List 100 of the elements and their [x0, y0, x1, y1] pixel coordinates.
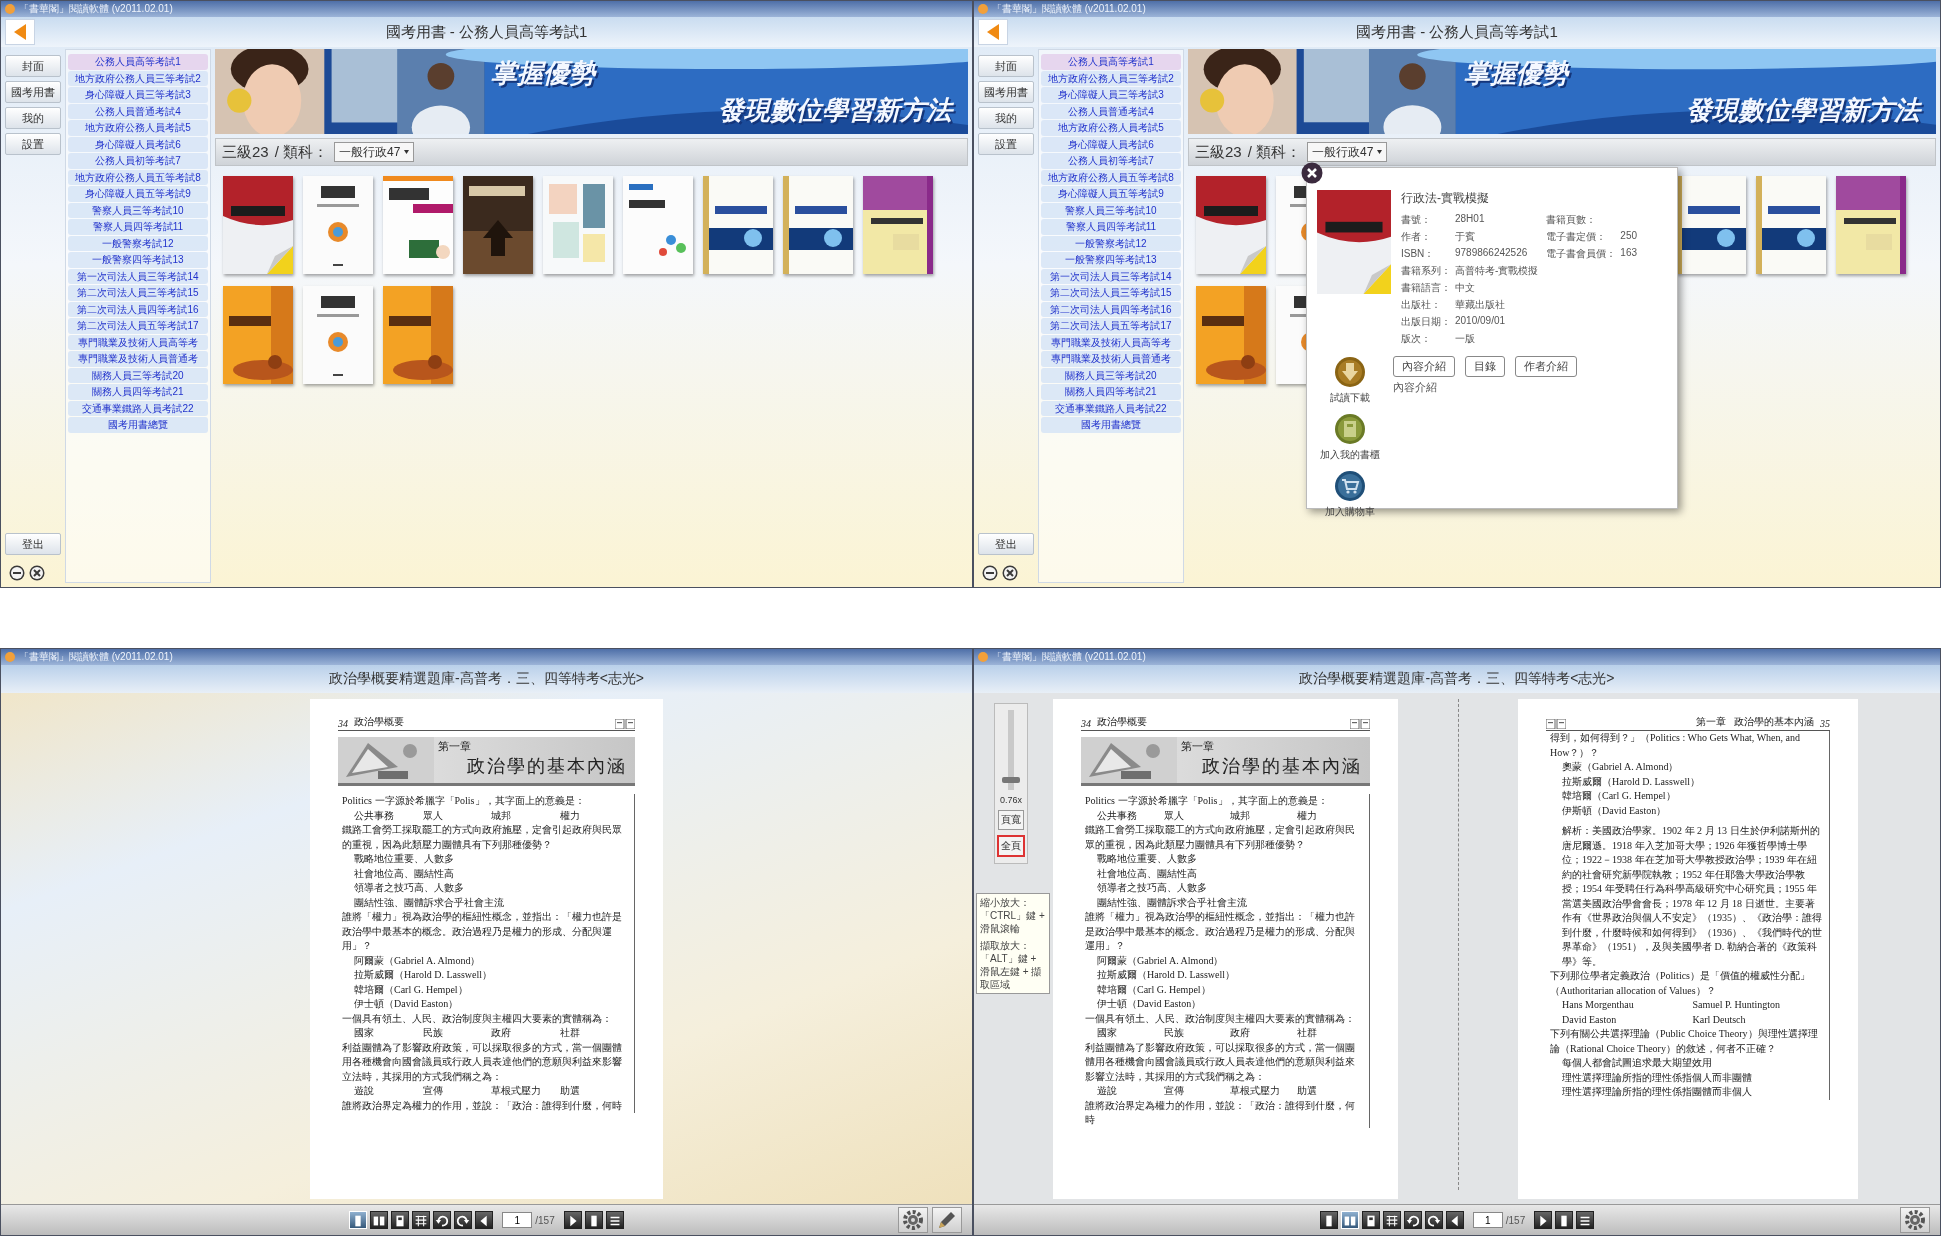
exam-list-item[interactable]: 身心障礙人員三等考試3: [68, 87, 208, 103]
exam-list-item[interactable]: 公務人員初等考試7: [1041, 153, 1181, 169]
exam-list-item[interactable]: 地方政府公務人員三等考試2: [68, 70, 208, 86]
exam-list-item[interactable]: 專門職業及技術人員普通考: [68, 351, 208, 367]
exam-list-item[interactable]: 第一次司法人員三等考試14: [1041, 268, 1181, 284]
exam-list-item[interactable]: 關務人員三等考試20: [1041, 367, 1181, 383]
exam-list-item[interactable]: 交通事業鐵路人員考試22: [68, 400, 208, 416]
exam-list-item[interactable]: 身心障礙人員五等考試9: [1041, 186, 1181, 202]
two-page-button[interactable]: [370, 1211, 389, 1229]
undo-button[interactable]: [1403, 1211, 1422, 1229]
exam-list-item[interactable]: 公務人員高等考試1: [68, 54, 208, 70]
exam-list-item[interactable]: 地方政府公務人員五等考試8: [1041, 169, 1181, 185]
thumbnail-grid-button[interactable]: [412, 1211, 431, 1229]
nav-button[interactable]: 我的: [5, 107, 61, 129]
exam-list-item[interactable]: 關務人員三等考試20: [68, 367, 208, 383]
tab-button[interactable]: 內容介紹: [1393, 356, 1455, 377]
exam-list-item[interactable]: 一般警察四等考試13: [1041, 252, 1181, 268]
exam-list-item[interactable]: 身心障礙人員三等考試3: [1041, 87, 1181, 103]
minimize-button[interactable]: [9, 565, 25, 581]
minimize-button[interactable]: [982, 565, 998, 581]
exam-list-item[interactable]: 第二次司法人員四等考試16: [1041, 301, 1181, 317]
chapter-label: 第一章: [438, 739, 471, 754]
nav-button[interactable]: 封面: [5, 55, 61, 77]
nav-button[interactable]: 國考用書: [978, 81, 1034, 103]
nav-button[interactable]: 設置: [978, 133, 1034, 155]
exam-list-item[interactable]: 公務人員初等考試7: [68, 153, 208, 169]
exam-list-item[interactable]: 第二次司法人員五等考試17: [1041, 318, 1181, 334]
question-text: 下列有關公共選擇理論（Public Choice Theory）與理性選擇理論（Rational Choice Theory）的敘述，何者不正確？: [1550, 1027, 1819, 1056]
exam-list-item[interactable]: 地方政府公務人員考試5: [1041, 120, 1181, 136]
exam-list-item[interactable]: 專門職業及技術人員普通考: [1041, 351, 1181, 367]
nav-button[interactable]: 設置: [5, 133, 61, 155]
exam-list-item[interactable]: 交通事業鐵路人員考試22: [1041, 400, 1181, 416]
list-button[interactable]: [605, 1211, 624, 1229]
exam-list-item[interactable]: 專門職業及技術人員高等考: [68, 334, 208, 350]
thumbnail-grid-button[interactable]: [1382, 1211, 1401, 1229]
app-title: 「書華閣」閱讀軟體 (v2011.02.01): [19, 650, 173, 664]
list-button[interactable]: [1576, 1211, 1595, 1229]
single-page-button[interactable]: [1319, 1211, 1338, 1229]
exam-list-item[interactable]: 第二次司法人員三等考試15: [1041, 285, 1181, 301]
nav-button[interactable]: 國考用書: [5, 81, 61, 103]
redo-button[interactable]: [454, 1211, 473, 1229]
category-dropdown[interactable]: 一般行政47: [1307, 142, 1388, 162]
tab-button[interactable]: 目錄: [1465, 356, 1505, 377]
logout-button[interactable]: 登出: [978, 533, 1034, 555]
zoom-mode-button[interactable]: 全頁: [997, 835, 1025, 857]
exam-list-item[interactable]: 地方政府公務人員考試5: [68, 120, 208, 136]
exam-list-item[interactable]: 國考用書總覽: [1041, 417, 1181, 433]
action-button[interactable]: 加入購物車: [1325, 470, 1375, 519]
exam-list-item[interactable]: 身心障礙人員考試6: [68, 136, 208, 152]
exam-list-item[interactable]: 國考用書總覽: [68, 417, 208, 433]
exam-list-item[interactable]: 警察人員三等考試10: [68, 202, 208, 218]
exam-list-item[interactable]: 關務人員四等考試21: [1041, 384, 1181, 400]
previous-page-button[interactable]: [1445, 1211, 1464, 1229]
exam-list-item[interactable]: 一般警察考試12: [1041, 235, 1181, 251]
last-page-button[interactable]: [1555, 1211, 1574, 1229]
exam-list-item[interactable]: 地方政府公務人員三等考試2: [1041, 70, 1181, 86]
page-number-field[interactable]: 1: [502, 1212, 533, 1228]
zoom-mode-button[interactable]: 頁寬: [998, 810, 1024, 830]
exam-list-item[interactable]: 專門職業及技術人員高等考: [1041, 334, 1181, 350]
close-button[interactable]: [29, 565, 45, 581]
settings-button[interactable]: [1900, 1207, 1930, 1233]
exam-list-item[interactable]: 警察人員四等考試11: [1041, 219, 1181, 235]
redo-button[interactable]: [1424, 1211, 1443, 1229]
exam-list-item[interactable]: 公務人員普通考試4: [1041, 103, 1181, 119]
next-page-button[interactable]: [1534, 1211, 1553, 1229]
action-button[interactable]: 加入我的書櫃: [1320, 413, 1380, 462]
exam-list-item[interactable]: 警察人員四等考試11: [68, 219, 208, 235]
previous-page-button[interactable]: [475, 1211, 494, 1229]
slider-thumb[interactable]: [1002, 776, 1020, 783]
undo-button[interactable]: [433, 1211, 452, 1229]
answer-option: 團結性強、團體訴求合乎社會主流: [1085, 895, 1363, 910]
exam-list-item[interactable]: 一般警察考試12: [68, 235, 208, 251]
exam-list-item[interactable]: 警察人員三等考試10: [1041, 202, 1181, 218]
exam-list-item[interactable]: 公務人員高等考試1: [1041, 54, 1181, 70]
next-page-button[interactable]: [563, 1211, 582, 1229]
nav-button[interactable]: 封面: [978, 55, 1034, 77]
action-button[interactable]: 試讀下載: [1330, 356, 1370, 405]
cover-view-button[interactable]: [1361, 1211, 1380, 1229]
logout-button[interactable]: 登出: [5, 533, 61, 555]
last-page-button[interactable]: [584, 1211, 603, 1229]
exam-list-item[interactable]: 第二次司法人員三等考試15: [68, 285, 208, 301]
exam-list-item[interactable]: 關務人員四等考試21: [68, 384, 208, 400]
category-dropdown[interactable]: 一般行政47: [334, 142, 415, 162]
exam-list-item[interactable]: 一般警察四等考試13: [68, 252, 208, 268]
close-button[interactable]: [1002, 565, 1018, 581]
exam-list-item[interactable]: 第二次司法人員四等考試16: [68, 301, 208, 317]
exam-list-item[interactable]: 身心障礙人員考試6: [1041, 136, 1181, 152]
pen-tool-button[interactable]: [932, 1207, 962, 1233]
exam-list-item[interactable]: 公務人員普通考試4: [68, 103, 208, 119]
page-number-field[interactable]: 1: [1472, 1212, 1503, 1228]
exam-list-item[interactable]: 第二次司法人員五等考試17: [68, 318, 208, 334]
exam-list-item[interactable]: 身心障礙人員五等考試9: [68, 186, 208, 202]
exam-list-item[interactable]: 地方政府公務人員五等考試8: [68, 169, 208, 185]
exam-list-item[interactable]: 第一次司法人員三等考試14: [68, 268, 208, 284]
settings-button[interactable]: [898, 1207, 928, 1233]
nav-button[interactable]: 我的: [978, 107, 1034, 129]
cover-view-button[interactable]: [391, 1211, 410, 1229]
close-button[interactable]: [1301, 162, 1323, 184]
banner-slogan: 掌握優勢: [1463, 56, 1568, 90]
tab-button[interactable]: 作者介紹: [1515, 356, 1577, 377]
